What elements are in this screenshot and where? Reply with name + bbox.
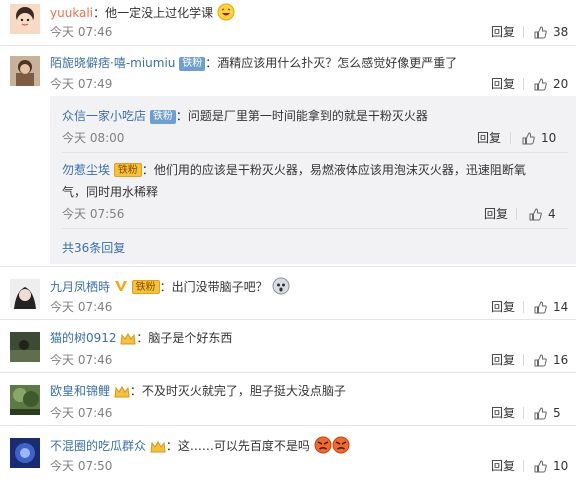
crown-level-icon [114,386,130,398]
like-count: 14 [553,300,569,314]
comment-text: ：出门没带脑子吧？ [159,280,268,294]
comment-item: 九月凤栖時 铁粉 ：出门没带脑子吧？ 今天 07:46 回复 14 [0,267,576,319]
reply-button[interactable]: 回复 [491,352,515,368]
comment-time: 今天 07:49 [50,77,113,91]
thumbs-up-icon [534,406,547,419]
vip-v-icon [114,281,127,291]
like-count: 10 [541,131,557,145]
thumbs-up-icon [534,77,547,90]
username[interactable]: yuukali [50,6,93,20]
avatar[interactable] [10,4,40,34]
like-button[interactable]: 10 [522,130,556,146]
like-count: 16 [553,353,569,367]
fan-badge[interactable]: 铁粉 [131,280,160,294]
comment-time: 今天 07:46 [50,406,113,420]
sub-reply-item: 勿惹尘埃 铁粉 ：他们用的应该是干粉灭火器，易燃液体应该用泡沫灭火器，迅速阻断氧 [62,162,526,178]
avatar[interactable] [10,56,40,86]
laughing-face-emoji [217,3,235,21]
fan-badge[interactable]: 铁粉 [179,57,206,71]
comment-time: 今天 07:46 [50,300,113,314]
comment-item: yuukali：他一定没上过化学课 今天 07:46 回复 38 [0,0,576,48]
like-button[interactable]: 20 [534,76,568,92]
comment-item: 不混圈的吃瓜群众 ：这……可以先百度不是吗 今天 07:50 回复 10 [0,426,576,485]
reply-text: ：他们用的应该是干粉灭火器，易燃液体应该用泡沫灭火器，迅速阻断氧 [141,163,526,177]
like-button[interactable]: 16 [534,352,568,368]
like-count: 10 [553,459,569,473]
avatar[interactable] [10,279,40,309]
thumbs-up-icon [534,25,547,38]
reply-button[interactable]: 回复 [477,130,501,146]
crown-level-icon [120,333,136,345]
reply-time: 今天 07:56 [62,207,125,221]
avatar[interactable] [10,332,40,362]
reply-button[interactable]: 回复 [491,24,515,40]
like-count: 4 [548,207,556,221]
username[interactable]: 不混圈的吃瓜群众 [50,439,146,453]
crown-level-icon [150,441,166,453]
more-replies-link[interactable]: 共36条回复 [62,240,125,256]
comment-time: 今天 07:46 [50,25,113,39]
comment-item: 欧皇和锦鲤 ：不及时灭火就完了，胆子挺大没点脑子 今天 07:46 回复 5 [0,373,576,425]
like-count: 20 [553,77,569,91]
reply-button[interactable]: 回复 [491,458,515,474]
avatar[interactable] [10,385,40,415]
reply-text-continued: 气，同时用水稀释 [62,185,159,199]
reply-button[interactable]: 回复 [491,299,515,315]
shocked-face-emoji [272,277,290,295]
reply-button[interactable]: 回复 [491,405,515,421]
reply-time: 今天 08:00 [62,131,125,145]
comment-text: ：这……可以先百度不是吗 [165,439,310,453]
like-button[interactable]: 14 [534,299,568,315]
comment-item: 猫的树0912 ：脑子是个好东西 今天 07:46 回复 16 [0,320,576,372]
reply-button[interactable]: 回复 [491,76,515,92]
thumbs-up-icon [534,459,547,472]
avatar[interactable] [10,438,40,468]
username[interactable]: 九月凤栖時 [50,280,110,294]
reply-text: ：问题是厂里第一时间能拿到的就是干粉灭火器 [175,109,428,123]
sub-reply-item: 众信一家小吃店 铁粉 ：问题是厂里第一时间能拿到的就是干粉灭火器 [62,108,428,124]
like-count: 5 [553,406,561,420]
comment-text: ：酒精应该用什么扑灭？怎么感觉好像更严重了 [205,56,458,70]
username[interactable]: 猫的树0912 [50,331,117,345]
angry-face-emoji [314,436,332,454]
thumbs-up-icon [529,207,542,220]
username[interactable]: 陌旎晓僻痞·嘻-miumiu [50,56,175,70]
like-button[interactable]: 10 [534,458,568,474]
thumbs-up-icon [534,300,547,313]
username[interactable]: 勿惹尘埃 [62,163,110,177]
comment-time: 今天 07:50 [50,459,113,473]
angry-face-emoji [332,436,350,454]
like-count: 38 [553,25,569,39]
thumbs-up-icon [522,131,535,144]
comment-text: ：他一定没上过化学课 [93,6,214,20]
like-button[interactable]: 4 [529,206,556,222]
reply-button[interactable]: 回复 [484,206,508,222]
fan-badge[interactable]: 铁粉 [113,163,142,177]
like-button[interactable]: 5 [534,405,561,421]
comment-text: ：不及时灭火就完了，胆子挺大没点脑子 [129,384,346,398]
fan-badge[interactable]: 铁粉 [149,110,176,124]
username[interactable]: 众信一家小吃店 [62,109,146,123]
comment-text: ：脑子是个好东西 [136,331,233,345]
thumbs-up-icon [534,353,547,366]
comment-time: 今天 07:46 [50,353,113,367]
username[interactable]: 欧皇和锦鲤 [50,384,110,398]
like-button[interactable]: 38 [534,24,568,40]
